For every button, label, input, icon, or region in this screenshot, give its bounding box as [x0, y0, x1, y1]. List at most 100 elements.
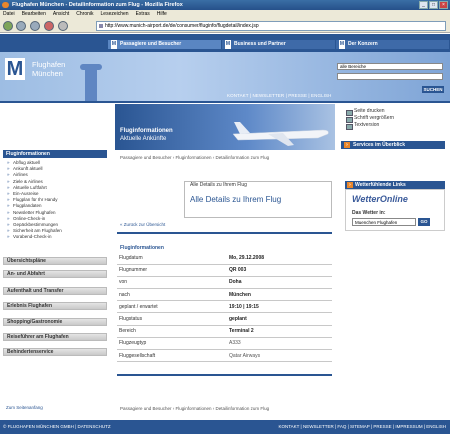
search-scope-select[interactable]: alle Bereiche: [337, 63, 443, 70]
reload-icon[interactable]: [30, 21, 40, 31]
tab-marker-icon: M: [339, 40, 345, 49]
content-tab-label[interactable]: Alle Details zu Ihrem Flug: [190, 182, 247, 188]
print-page-link[interactable]: Seite drucken: [345, 108, 445, 116]
page-icon: [99, 24, 103, 28]
window-controls: _ □ ×: [419, 1, 448, 9]
menu-bar: Datei Bearbeiten Ansicht Chronik Lesezei…: [0, 10, 450, 19]
enlarge-font-link[interactable]: Schrift vergrößern: [345, 115, 445, 123]
logo-line1: Flughafen: [32, 60, 66, 69]
table-row: von Doha: [117, 276, 332, 290]
row-label: Bereich: [117, 325, 227, 338]
tab-marker-icon: M: [225, 40, 231, 49]
table-row: Flugzeugtyp A333: [117, 337, 332, 351]
firefox-icon: [2, 2, 9, 8]
content-title: Alle Details zu Ihrem Flug: [190, 195, 282, 204]
text-version-link[interactable]: Textversion: [345, 122, 445, 130]
row-label: von: [117, 276, 227, 290]
sidebar: Fluginformationen Abflug aktuell Ankunft…: [3, 150, 107, 241]
row-label: Flugnummer: [117, 264, 227, 277]
row-value: Mo, 29.12.2008: [227, 252, 332, 265]
table-row: Flugstatus geplant: [117, 312, 332, 326]
search-button[interactable]: SUCHEN: [422, 86, 444, 93]
weather-go-button[interactable]: GO: [418, 218, 430, 226]
sidebar-button[interactable]: An- und Abfahrt: [3, 270, 107, 278]
logo-text[interactable]: Flughafen München: [32, 60, 65, 78]
footer-right-links[interactable]: KONTAKT | NEWSLETTER | FAQ | SITEMAP | P…: [278, 424, 446, 429]
weather-label: Das Wetter in:: [352, 210, 386, 216]
row-value: 19:10 | 19:15: [227, 300, 332, 314]
url-bar[interactable]: http://www.munich-airport.de/de/consumer…: [96, 21, 446, 31]
table-row: geplant / erwartet 19:10 | 19:15: [117, 300, 332, 314]
logo[interactable]: M: [5, 58, 25, 80]
close-button[interactable]: ×: [439, 1, 448, 9]
menu-extras[interactable]: Extras: [136, 10, 150, 19]
menu-bearbeiten[interactable]: Bearbeiten: [22, 10, 46, 19]
back-to-overview-link[interactable]: « Zurück zur Übersicht: [120, 222, 165, 227]
search-input[interactable]: [337, 73, 443, 80]
menu-hilfe[interactable]: Hilfe: [157, 10, 167, 19]
row-label: nach: [117, 288, 227, 302]
wetteronline-logo[interactable]: WetterOnline: [352, 194, 408, 204]
menu-lesezeichen[interactable]: Lesezeichen: [101, 10, 129, 19]
services-overview-button[interactable]: › Services im Überblick: [341, 141, 445, 149]
sidebar-item[interactable]: Vorabend-Check-in: [3, 234, 107, 240]
utility-nav[interactable]: KONTAKT | NEWSLETTER | PRESSE | ENGLISH: [227, 93, 332, 98]
minimize-button[interactable]: _: [419, 1, 428, 9]
forward-icon[interactable]: [16, 21, 26, 31]
main-tabs: M Passagiere und Besucher M Business und P…: [108, 40, 450, 49]
row-label: Flugstatus: [117, 312, 227, 326]
sidebar-button[interactable]: Shopping/Gastronomie: [3, 318, 107, 326]
menu-ansicht[interactable]: Ansicht: [53, 10, 69, 19]
tab-label: Passagiere und Besucher: [120, 41, 182, 47]
sidebar-button[interactable]: Reiseführer am Flughafen: [3, 333, 107, 341]
breadcrumb[interactable]: Passagiere und Besucher › Fluginformatio…: [120, 155, 269, 160]
tab-label: Business und Partner: [234, 41, 286, 47]
section-title: Fluginformationen: [120, 245, 164, 251]
row-value[interactable]: Qatar Airways: [227, 349, 332, 363]
weather-header-label: Wetterfühlende Links: [355, 182, 406, 188]
content-divider: [117, 232, 332, 234]
tower-graphic: [85, 68, 97, 102]
logo-line2: München: [32, 69, 63, 78]
maximize-button[interactable]: □: [429, 1, 438, 9]
sidebar-button[interactable]: Aufenthalt und Transfer: [3, 287, 107, 295]
chevron-right-icon: ›: [347, 182, 353, 188]
tab-konzern[interactable]: M Der Konzern: [336, 40, 449, 49]
window-titlebar: Flughafen München - Detailinformation zu…: [0, 0, 450, 10]
menu-datei[interactable]: Datei: [3, 10, 15, 19]
menu-chronik[interactable]: Chronik: [76, 10, 93, 19]
content-divider: [117, 374, 332, 376]
stop-icon[interactable]: [44, 21, 54, 31]
tab-business[interactable]: M Business und Partner: [222, 40, 335, 49]
back-icon[interactable]: [3, 21, 13, 31]
chevron-right-icon: ›: [344, 142, 350, 148]
table-row: nach München: [117, 288, 332, 302]
row-label: geplant / erwartet: [117, 300, 227, 314]
services-overview-label: Services im Überblick: [353, 142, 405, 148]
sidebar-button[interactable]: Erlebnis Flughafen: [3, 302, 107, 310]
row-value[interactable]: A333: [227, 337, 332, 351]
sidebar-items: Abflug aktuell Ankunft aktuell Airlines …: [3, 158, 107, 241]
row-label: Flugdatum: [117, 252, 227, 265]
footer-left-links[interactable]: © FLUGHAFEN MÜNCHEN GMBH | DATENSCHUTZ: [3, 424, 111, 429]
breadcrumb-bottom[interactable]: Passagiere und Besucher › Fluginformatio…: [120, 406, 269, 411]
row-value: geplant: [227, 312, 332, 326]
back-to-top-link[interactable]: Zum Seitenanfang: [6, 405, 43, 410]
flight-detail-table: Flugdatum Mo, 29.12.2008 Flugnummer QR 003…: [117, 252, 332, 363]
sidebar-section-title[interactable]: Fluginformationen: [3, 150, 107, 158]
row-value: München: [227, 288, 332, 302]
tab-passagiere[interactable]: M Passagiere und Besucher: [108, 40, 221, 49]
window-title: Flughafen München - Detailinformation zu…: [12, 2, 183, 8]
sidebar-button[interactable]: Behindertenservice: [3, 348, 107, 356]
header-divider: [0, 101, 450, 103]
sidebar-button[interactable]: Übersichtspläne: [3, 257, 107, 265]
table-row: Flugdatum Mo, 29.12.2008: [117, 252, 332, 265]
airplane-image: [232, 122, 329, 146]
home-icon[interactable]: [58, 21, 68, 31]
table-row: Bereich Terminal 2: [117, 325, 332, 338]
row-value: QR 003: [227, 264, 332, 277]
weather-links-header: › Wetterfühlende Links: [345, 181, 445, 189]
banner-subtitle: Aktuelle Ankünfte: [120, 136, 167, 142]
weather-location-input[interactable]: Muenchen Flughafen: [352, 218, 416, 226]
table-row: Fluggesellschaft Qatar Airways: [117, 349, 332, 363]
